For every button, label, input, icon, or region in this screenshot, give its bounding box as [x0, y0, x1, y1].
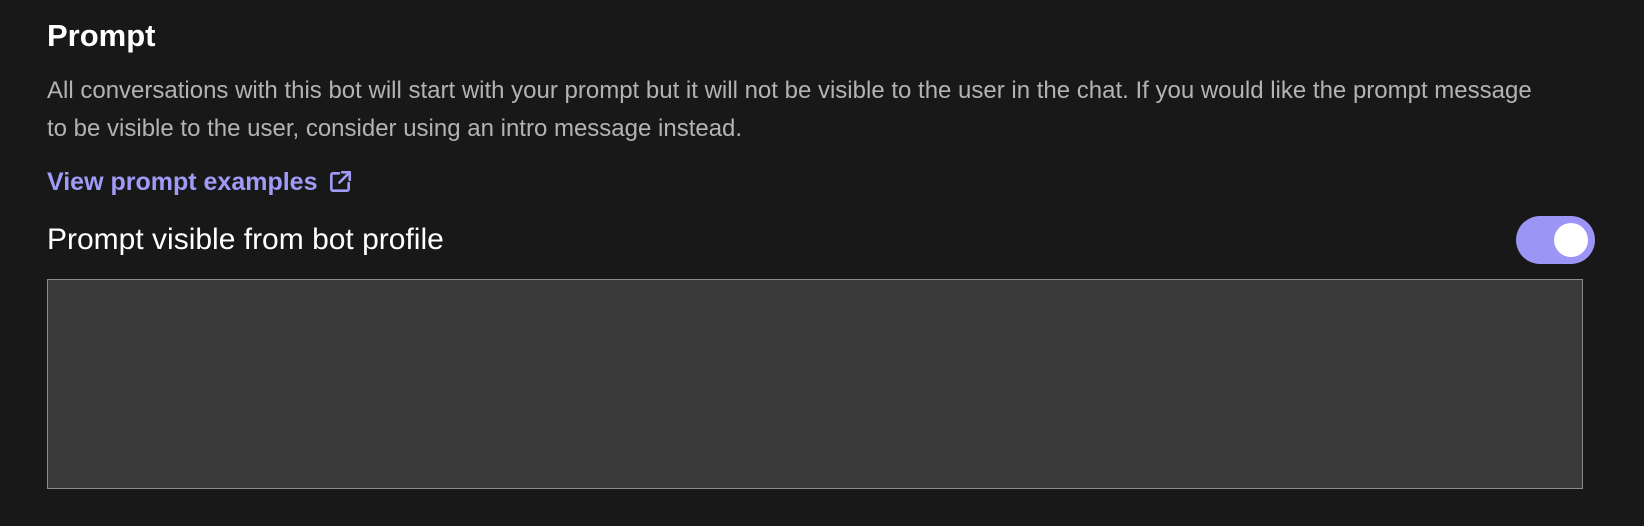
- view-prompt-examples-label: View prompt examples: [47, 168, 318, 196]
- prompt-visibility-row: Prompt visible from bot profile: [47, 214, 1595, 266]
- prompt-input[interactable]: [47, 279, 1583, 489]
- prompt-section: Prompt All conversations with this bot w…: [47, 0, 1595, 526]
- section-description: All conversations with this bot will sta…: [47, 77, 1532, 142]
- toggle-knob: [1554, 223, 1588, 257]
- prompt-visibility-toggle[interactable]: [1516, 216, 1595, 264]
- prompt-visibility-label: Prompt visible from bot profile: [47, 223, 444, 256]
- view-prompt-examples-link[interactable]: View prompt examples: [47, 164, 353, 200]
- section-title: Prompt: [47, 18, 156, 53]
- external-link-icon: [327, 169, 353, 195]
